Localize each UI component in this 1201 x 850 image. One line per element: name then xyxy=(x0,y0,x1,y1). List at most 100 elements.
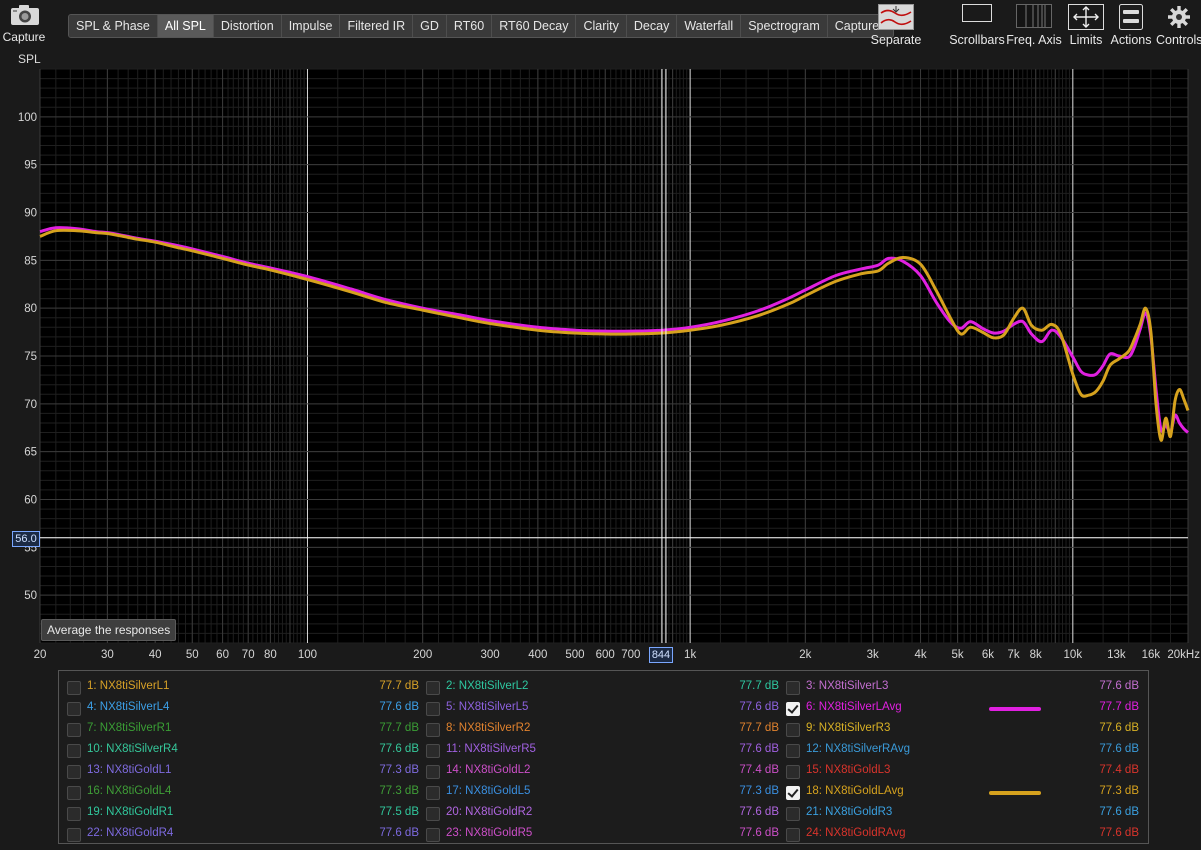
legend-checkbox[interactable] xyxy=(426,807,440,821)
tab-clarity[interactable]: Clarity xyxy=(576,15,627,37)
legend-checkbox[interactable] xyxy=(67,765,81,779)
tab-decay[interactable]: Decay xyxy=(626,15,678,37)
legend-checkbox[interactable] xyxy=(426,765,440,779)
capture-button[interactable]: Capture xyxy=(0,0,50,48)
legend-item-value: 77.3 dB xyxy=(739,785,779,797)
legend-checkbox[interactable] xyxy=(786,786,800,800)
legend-item-label[interactable]: 11: NX8tiSilverR5 xyxy=(446,743,536,755)
legend-item-label[interactable]: 14: NX8tiGoldL2 xyxy=(446,764,530,776)
legend-item-label[interactable]: 16: NX8tiGoldL4 xyxy=(87,785,171,797)
legend-item-label[interactable]: 19: NX8tiGoldR1 xyxy=(87,806,173,818)
legend-checkbox[interactable] xyxy=(426,681,440,695)
legend-item-label[interactable]: 4: NX8tiSilverL4 xyxy=(87,701,169,713)
legend-checkbox[interactable] xyxy=(67,702,81,716)
legend-checkbox[interactable] xyxy=(67,744,81,758)
tab-filtered-ir[interactable]: Filtered IR xyxy=(340,15,414,37)
frequency-axis-icon xyxy=(1016,4,1052,28)
legend-checkbox[interactable] xyxy=(786,723,800,737)
x-tick-label: 1k xyxy=(684,649,696,661)
freq-axis-label: Freq. Axis xyxy=(1006,33,1062,47)
tab-rt60[interactable]: RT60 xyxy=(446,15,493,37)
separate-button[interactable]: Separate xyxy=(866,2,926,48)
legend-row: 1: NX8tiSilverL1 77.7 dB 2: NX8tiSilverL2 7… xyxy=(59,677,1148,698)
legend-checkbox[interactable] xyxy=(426,723,440,737)
legend-item-label[interactable]: 2: NX8tiSilverL2 xyxy=(446,680,528,692)
separate-graphs-icon xyxy=(878,4,914,30)
legend-item-label[interactable]: 24: NX8tiGoldRAvg xyxy=(806,827,906,839)
x-tick-label: 700 xyxy=(621,649,640,661)
freq-axis-button[interactable]: Freq. Axis xyxy=(1006,2,1062,48)
legend-checkbox[interactable] xyxy=(426,744,440,758)
legend-item-value: 77.7 dB xyxy=(379,722,419,734)
legend-item-label[interactable]: 13: NX8tiGoldL1 xyxy=(87,764,171,776)
camera-icon xyxy=(11,5,39,25)
tab-spectrogram[interactable]: Spectrogram xyxy=(741,15,828,37)
controls-button[interactable]: Controls xyxy=(1156,2,1201,48)
legend-trace-swatch[interactable] xyxy=(989,707,1041,711)
legend-checkbox[interactable] xyxy=(786,828,800,842)
legend-item-label[interactable]: 8: NX8tiSilverR2 xyxy=(446,722,530,734)
legend-item-value: 77.6 dB xyxy=(1099,680,1139,692)
scrollbars-button[interactable]: Scrollbars xyxy=(946,2,1008,48)
actions-button[interactable]: Actions xyxy=(1109,2,1153,48)
actions-label: Actions xyxy=(1110,33,1152,47)
legend-checkbox[interactable] xyxy=(426,702,440,716)
x-tick-label: 600 xyxy=(596,649,615,661)
tab-gd[interactable]: GD xyxy=(413,15,447,37)
legend-item-label[interactable]: 10: NX8tiSilverR4 xyxy=(87,743,178,755)
legend-item-label[interactable]: 6: NX8tiSilverLAvg xyxy=(806,701,902,713)
tab-impulse[interactable]: Impulse xyxy=(281,15,341,37)
legend-item-value: 77.7 dB xyxy=(739,680,779,692)
legend-item-value: 77.6 dB xyxy=(739,827,779,839)
legend-checkbox[interactable] xyxy=(426,828,440,842)
legend-item-label[interactable]: 12: NX8tiSilverRAvg xyxy=(806,743,910,755)
x-tick-label: 500 xyxy=(565,649,584,661)
legend-item-value: 77.6 dB xyxy=(379,743,419,755)
legend-checkbox[interactable] xyxy=(67,786,81,800)
y-tick-label: 75 xyxy=(24,351,37,363)
legend-checkbox[interactable] xyxy=(786,765,800,779)
y-tick-label: 60 xyxy=(24,495,37,507)
spl-graph[interactable]: 10095908580757065605550 20 30 40 50 60 70 80 10… xyxy=(0,60,1201,664)
legend-checkbox[interactable] xyxy=(786,807,800,821)
legend-item-value: 77.6 dB xyxy=(1099,827,1139,839)
legend-item-label[interactable]: 5: NX8tiSilverL5 xyxy=(446,701,528,713)
legend-item-label[interactable]: 23: NX8tiGoldR5 xyxy=(446,827,532,839)
legend-item-value: 77.6 dB xyxy=(379,827,419,839)
legend-checkbox[interactable] xyxy=(786,702,800,716)
legend-checkbox[interactable] xyxy=(786,744,800,758)
legend-trace-swatch[interactable] xyxy=(989,791,1041,795)
legend-item-label[interactable]: 9: NX8tiSilverR3 xyxy=(806,722,890,734)
tab-waterfall[interactable]: Waterfall xyxy=(677,15,742,37)
legend-row: 13: NX8tiGoldL1 77.3 dB 14: NX8tiGoldL2 77.… xyxy=(59,761,1148,782)
actions-menu-icon xyxy=(1119,4,1143,30)
average-responses-button[interactable]: Average the responses xyxy=(41,619,177,641)
legend-checkbox[interactable] xyxy=(786,681,800,695)
tab-rt60-decay[interactable]: RT60 Decay xyxy=(492,15,577,37)
legend-checkbox[interactable] xyxy=(426,786,440,800)
tab-distortion[interactable]: Distortion xyxy=(213,15,282,37)
x-tick-label: 10k xyxy=(1064,649,1083,661)
legend-item-label[interactable]: 20: NX8tiGoldR2 xyxy=(446,806,532,818)
legend-row: 16: NX8tiGoldL4 77.3 dB 17: NX8tiGoldL5 77.… xyxy=(59,782,1148,803)
tab-all-spl[interactable]: All SPL xyxy=(157,15,214,37)
legend-checkbox[interactable] xyxy=(67,681,81,695)
legend-checkbox[interactable] xyxy=(67,828,81,842)
legend-item-value: 77.6 dB xyxy=(739,743,779,755)
legend-checkbox[interactable] xyxy=(67,807,81,821)
legend-item-label[interactable]: 3: NX8tiSilverL3 xyxy=(806,680,888,692)
tab-spl-phase[interactable]: SPL & Phase xyxy=(69,15,158,37)
legend-checkbox[interactable] xyxy=(67,723,81,737)
legend-item-label[interactable]: 17: NX8tiGoldL5 xyxy=(446,785,530,797)
y-tick-label: 50 xyxy=(24,590,37,602)
legend-item-label[interactable]: 7: NX8tiSilverR1 xyxy=(87,722,171,734)
legend-item-value: 77.5 dB xyxy=(379,806,419,818)
limits-button[interactable]: Limits xyxy=(1064,2,1108,48)
legend-item-label[interactable]: 1: NX8tiSilverL1 xyxy=(87,680,169,692)
x-tick-label: 100 xyxy=(298,649,317,661)
legend-item-label[interactable]: 21: NX8tiGoldR3 xyxy=(806,806,892,818)
legend-item-label[interactable]: 18: NX8tiGoldLAvg xyxy=(806,785,904,797)
legend-item-label[interactable]: 22: NX8tiGoldR4 xyxy=(87,827,173,839)
scrollbars-icon xyxy=(962,4,992,22)
legend-item-label[interactable]: 15: NX8tiGoldL3 xyxy=(806,764,890,776)
